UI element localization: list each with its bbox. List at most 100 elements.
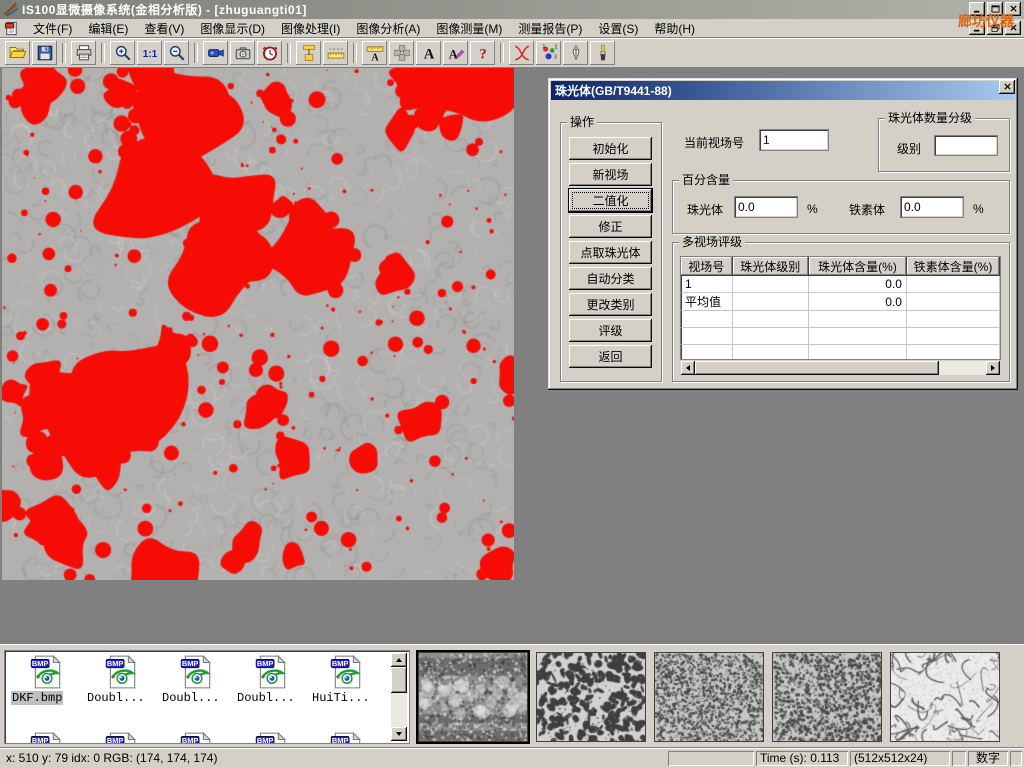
ferrite-unit: % [973,202,984,216]
file-item[interactable]: BMPDKF.bmp [11,654,83,705]
table-column-header[interactable]: 视场号 [681,257,732,276]
zoom-in-icon[interactable] [110,41,135,65]
classify-particles-icon[interactable]: 123 [536,41,561,65]
bmp-file-icon: BMP [236,731,308,743]
op-button-5[interactable]: 自动分类 [569,267,652,290]
image-thumbnail-2[interactable] [536,652,646,742]
help-icon[interactable]: ? [470,41,495,65]
status-time: Time (s): 0.113 [756,751,848,766]
pearlite-percent-input[interactable] [735,197,797,217]
menu-item-2[interactable]: 查看(V) [136,18,192,39]
table-column-header[interactable]: 珠光体级别 [732,257,809,276]
op-button-7[interactable]: 评级 [569,319,652,342]
op-button-8[interactable]: 返回 [569,345,652,368]
op-button-1[interactable]: 新视场 [569,163,652,186]
document-icon[interactable] [4,21,19,36]
hscroll-thumb[interactable] [695,361,939,375]
open-file-icon[interactable] [5,41,30,65]
menu-item-8[interactable]: 设置(S) [590,18,646,39]
capture-camera-icon[interactable] [230,41,255,65]
table-row[interactable]: 10.0 [681,276,1000,293]
metallograph-image[interactable] [2,68,514,580]
file-item[interactable]: BMP HuiTi... [311,654,383,705]
actual-size-icon[interactable]: 1:1 [137,41,162,65]
video-camera-icon[interactable] [203,41,228,65]
file-item[interactable]: BMP [161,731,233,743]
file-item[interactable]: BMP [311,731,383,743]
pen-tool-icon[interactable] [563,41,588,65]
annotate-icon[interactable]: A [443,41,468,65]
table-column-header[interactable]: 珠光体含量(%) [809,257,907,276]
curve-tool-icon[interactable] [509,41,534,65]
ruler-icon[interactable] [323,41,348,65]
text-icon[interactable]: A [416,41,441,65]
operations-group-label: 操作 [567,115,597,129]
dialog-title-bar[interactable]: 珠光体(GB/T9441-88) [551,81,1015,100]
table-row-empty [681,311,1000,328]
file-list-vscrollbar[interactable] [391,653,407,741]
svg-text:BMP: BMP [332,659,349,668]
menu-item-0[interactable]: 文件(F) [25,18,80,39]
hscroll-track[interactable] [939,361,986,375]
brush-icon[interactable] [590,41,615,65]
svg-text:2: 2 [554,44,557,50]
svg-text:1:1: 1:1 [142,48,157,59]
grading-group-label: 珠光体数量分级 [885,111,975,125]
grading-level-label: 级别 [897,140,921,157]
menu-item-3[interactable]: 图像显示(D) [192,18,273,39]
menu-item-5[interactable]: 图像分析(A) [348,18,428,39]
image-thumbnail-1[interactable] [418,652,528,742]
status-image-size: (512x512x24) [850,751,950,766]
image-thumbnail-5[interactable] [890,652,1000,742]
grading-level-input[interactable] [935,136,997,155]
current-field-input[interactable] [760,130,828,150]
svg-text:BMP: BMP [107,736,124,743]
file-item[interactable]: BMP [86,731,158,743]
op-button-3[interactable]: 修正 [569,215,652,238]
svg-text:BMP: BMP [332,736,349,743]
ferrite-label: 铁素体 [849,201,885,218]
table-column-header[interactable]: 铁素体含量(%) [906,257,999,276]
op-button-2[interactable]: 二值化 [569,189,652,212]
multi-field-group: 多视场评级 视场号珠光体级别珠光体含量(%)铁素体含量(%)10.0平均值0.0 [672,242,1010,382]
file-name: Doubl... [236,691,296,705]
table-cell [732,345,809,360]
table-hscrollbar[interactable] [681,361,1000,375]
file-name: HuiTi... [311,691,371,705]
scroll-left-button[interactable] [681,361,695,375]
table-row[interactable]: 平均值0.0 [681,293,1000,311]
svg-text:BMP: BMP [182,659,199,668]
bmp-file-icon: BMP [161,654,233,690]
file-item[interactable]: BMP [11,731,83,743]
op-button-6[interactable]: 更改类别 [569,293,652,316]
vscroll-thumb[interactable] [391,667,407,693]
file-item[interactable]: BMP [236,731,308,743]
menu-item-7[interactable]: 测量报告(P) [510,18,590,39]
image-merge-icon[interactable] [389,41,414,65]
caliper-icon[interactable] [296,41,321,65]
print-icon[interactable] [71,41,96,65]
save-icon[interactable] [32,41,57,65]
menu-item-1[interactable]: 编辑(E) [80,18,136,39]
menu-item-4[interactable]: 图像处理(I) [273,18,348,39]
file-item[interactable]: BMPDoubl... [161,654,233,705]
file-item[interactable]: BMPDoubl... [236,654,308,705]
ferrite-percent-input[interactable] [901,197,963,217]
menu-item-6[interactable]: 图像测量(M) [428,18,510,39]
image-thumbnail-4[interactable] [772,652,882,742]
zoom-out-icon[interactable] [164,41,189,65]
bmp-file-icon: BMP [161,731,233,743]
scroll-down-button[interactable] [391,727,407,741]
toolbar-separator [101,43,105,63]
file-item[interactable]: BMPDoubl... [86,654,158,705]
op-button-0[interactable]: 初始化 [569,137,652,160]
menu-item-9[interactable]: 帮助(H) [646,18,703,39]
dialog-close-button[interactable] [999,80,1015,94]
image-thumbnail-3[interactable] [654,652,764,742]
op-button-4[interactable]: 点取珠光体 [569,241,652,264]
scroll-up-button[interactable] [391,653,407,667]
measure-label-icon[interactable]: A [362,41,387,65]
scroll-right-button[interactable] [986,361,1000,375]
clock-icon[interactable] [257,41,282,65]
svg-text:1: 1 [542,44,545,50]
